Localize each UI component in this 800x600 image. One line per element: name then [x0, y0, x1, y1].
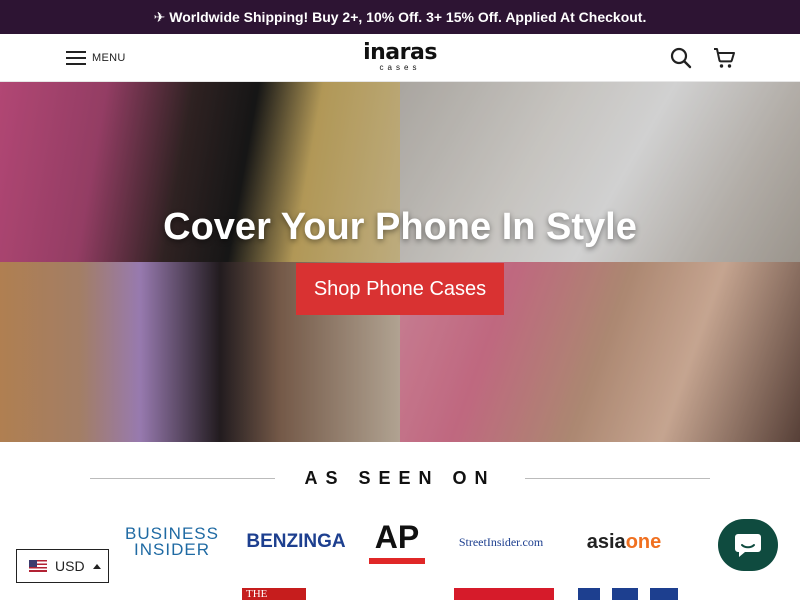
announcement-bar: ✈ Worldwide Shipping! Buy 2+, 10% Off. 3… — [0, 0, 800, 34]
ap-logo-bar — [369, 558, 425, 564]
business-insider-line2: INSIDER — [134, 540, 210, 559]
logo-wordmark: inaras — [363, 40, 437, 65]
ap-logo-text: AP — [374, 519, 420, 555]
announcement-text: ✈ Worldwide Shipping! Buy 2+, 10% Off. 3… — [153, 8, 647, 25]
site-header: MENU inaras cases — [0, 34, 800, 82]
caret-up-icon — [92, 563, 101, 569]
streetinsider-logo: StreetInsider.com — [458, 534, 544, 549]
press-logo-partial-1: THE — [242, 588, 306, 600]
business-insider-logo: BUSINESS INSIDER — [120, 520, 224, 564]
as-seen-on-heading: AS SEEN ON — [90, 464, 710, 494]
asiaone-logo: asia one — [572, 520, 676, 564]
divider-right — [525, 478, 710, 479]
us-flag-icon — [29, 560, 47, 572]
hero-title: Cover Your Phone In Style — [163, 206, 637, 248]
currency-selector[interactable]: USD — [16, 549, 109, 583]
chat-button[interactable] — [718, 519, 778, 571]
divider-left — [90, 478, 275, 479]
shop-phone-cases-button[interactable]: Shop Phone Cases — [296, 263, 504, 315]
search-icon[interactable] — [669, 46, 693, 70]
press-logo-partial-2 — [454, 588, 554, 600]
hero-overlay — [0, 82, 800, 442]
hamburger-icon — [66, 51, 86, 65]
asiaone-logo-part1: asia — [586, 530, 626, 553]
chat-icon — [735, 534, 761, 557]
asiaone-logo-part2: one — [625, 530, 662, 553]
cart-icon[interactable] — [712, 46, 736, 70]
benzinga-logo: BENZINGA — [246, 531, 346, 552]
menu-label: MENU — [92, 52, 126, 64]
as-seen-on-title: AS SEEN ON — [304, 468, 496, 488]
site-logo[interactable]: inaras cases — [354, 40, 446, 73]
menu-button[interactable]: MENU — [66, 48, 126, 68]
currency-code: USD — [55, 558, 85, 574]
ap-logo: AP — [368, 520, 426, 564]
press-logo-partial-3 — [578, 588, 678, 600]
hero-banner: Cover Your Phone In Style Shop Phone Cas… — [0, 82, 800, 442]
